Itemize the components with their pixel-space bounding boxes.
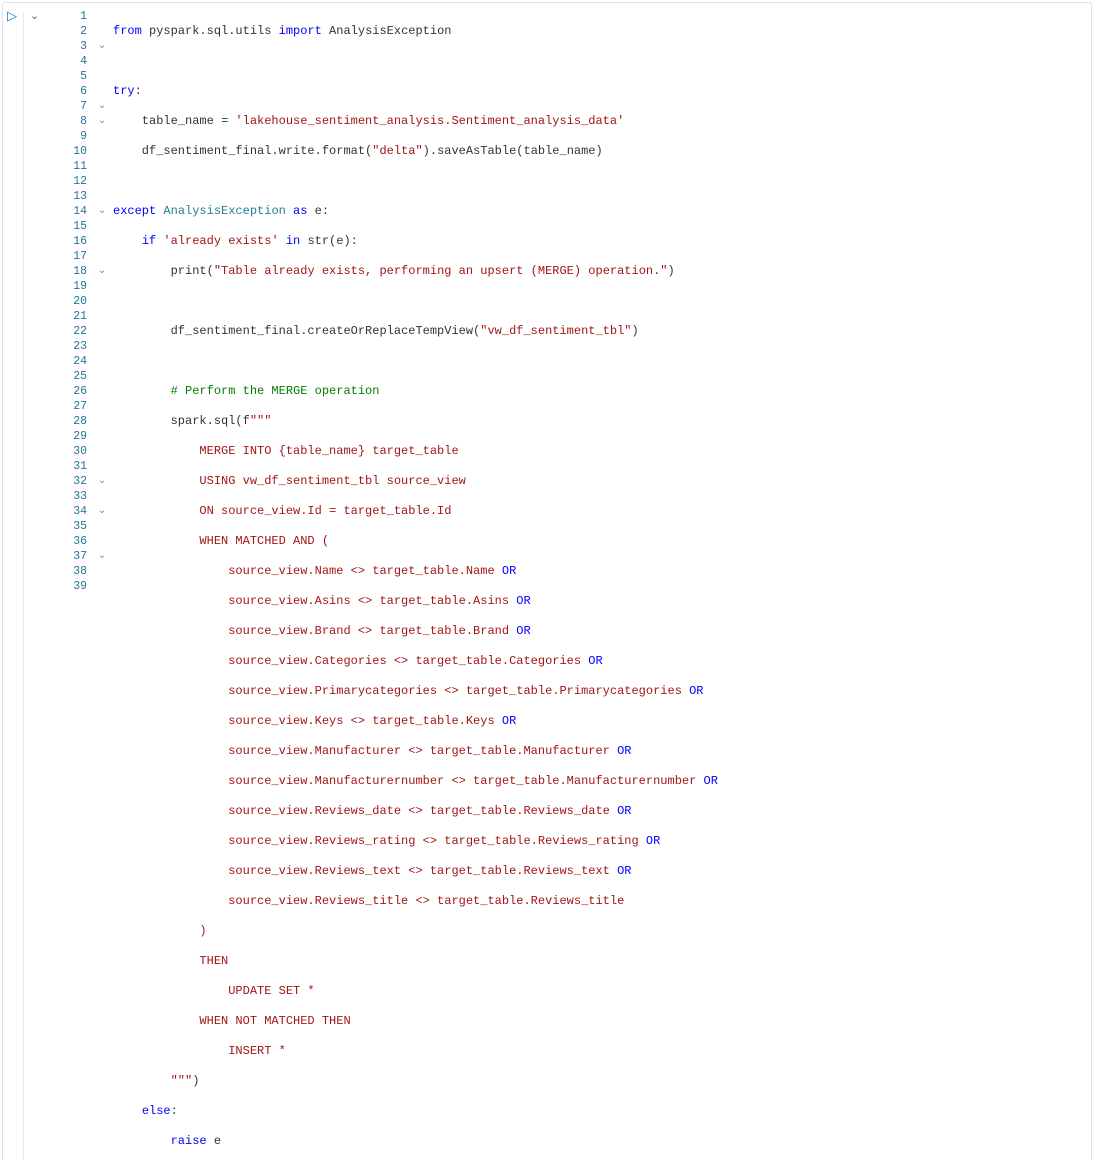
fold-marker bbox=[95, 144, 109, 159]
fold-marker bbox=[95, 369, 109, 384]
code-content[interactable]: from pyspark.sql.utils import AnalysisEx… bbox=[109, 3, 1091, 1160]
fold-marker bbox=[95, 444, 109, 459]
line-number: 30 bbox=[61, 444, 87, 459]
cell-menu-chevron[interactable]: ⌄ bbox=[30, 9, 39, 23]
fold-marker bbox=[95, 489, 109, 504]
line-number-gutter: 1234567891011121314151617181920212223242… bbox=[59, 3, 95, 1160]
fold-marker bbox=[95, 54, 109, 69]
keyword-raise: raise bbox=[171, 1134, 207, 1148]
fold-marker bbox=[95, 234, 109, 249]
fold-marker bbox=[95, 429, 109, 444]
fold-marker[interactable]: ⌄ bbox=[95, 474, 109, 489]
fold-marker bbox=[95, 69, 109, 84]
fold-marker[interactable]: ⌄ bbox=[95, 99, 109, 114]
line-number: 21 bbox=[61, 309, 87, 324]
fold-gutter: ⌄⌄⌄⌄⌄⌄⌄⌄ bbox=[95, 3, 109, 1160]
line-number: 29 bbox=[61, 429, 87, 444]
line-number: 22 bbox=[61, 324, 87, 339]
line-number: 11 bbox=[61, 159, 87, 174]
line-number: 34 bbox=[61, 504, 87, 519]
line-number: 26 bbox=[61, 384, 87, 399]
line-number: 32 bbox=[61, 474, 87, 489]
line-number: 7 bbox=[61, 99, 87, 114]
fold-marker bbox=[95, 564, 109, 579]
fold-marker bbox=[95, 384, 109, 399]
line-number: 12 bbox=[61, 174, 87, 189]
keyword-except: except bbox=[113, 204, 156, 218]
fold-marker bbox=[95, 189, 109, 204]
fold-marker[interactable]: ⌄ bbox=[95, 114, 109, 129]
code-area: 1234567891011121314151617181920212223242… bbox=[59, 3, 1091, 1160]
fold-marker bbox=[95, 249, 109, 264]
line-number: 20 bbox=[61, 294, 87, 309]
gutter-divider bbox=[23, 13, 24, 1160]
line-number: 13 bbox=[61, 189, 87, 204]
line-number: 25 bbox=[61, 369, 87, 384]
line-number: 37 bbox=[61, 549, 87, 564]
fold-marker[interactable]: ⌄ bbox=[95, 549, 109, 564]
line-number: 14 bbox=[61, 204, 87, 219]
keyword-import: import bbox=[279, 24, 322, 38]
fold-marker bbox=[95, 279, 109, 294]
fold-marker bbox=[95, 324, 109, 339]
line-number: 31 bbox=[61, 459, 87, 474]
fold-marker bbox=[95, 84, 109, 99]
line-number: 35 bbox=[61, 519, 87, 534]
fold-marker[interactable]: ⌄ bbox=[95, 504, 109, 519]
fold-marker[interactable]: ⌄ bbox=[95, 39, 109, 54]
fold-marker bbox=[95, 534, 109, 549]
fold-marker[interactable]: ⌄ bbox=[95, 204, 109, 219]
fold-marker bbox=[95, 414, 109, 429]
fold-marker bbox=[95, 294, 109, 309]
cell-gutter: ▷ ⌄ bbox=[3, 3, 59, 1160]
fold-marker bbox=[95, 339, 109, 354]
fold-marker bbox=[95, 129, 109, 144]
line-number: 33 bbox=[61, 489, 87, 504]
fold-marker[interactable]: ⌄ bbox=[95, 264, 109, 279]
line-number: 19 bbox=[61, 279, 87, 294]
run-cell-button[interactable]: ▷ bbox=[7, 9, 17, 24]
line-number: 10 bbox=[61, 144, 87, 159]
fold-marker bbox=[95, 219, 109, 234]
line-number: 5 bbox=[61, 69, 87, 84]
line-number: 15 bbox=[61, 219, 87, 234]
line-number: 8 bbox=[61, 114, 87, 129]
line-number: 17 bbox=[61, 249, 87, 264]
line-number: 23 bbox=[61, 339, 87, 354]
fold-marker bbox=[95, 519, 109, 534]
fold-marker bbox=[95, 309, 109, 324]
code-cell: ▷ ⌄ 123456789101112131415161718192021222… bbox=[2, 2, 1092, 1160]
fold-marker bbox=[95, 459, 109, 474]
line-number: 6 bbox=[61, 84, 87, 99]
fold-marker bbox=[95, 9, 109, 24]
fold-marker bbox=[95, 579, 109, 594]
keyword-else: else bbox=[142, 1104, 171, 1118]
line-number: 9 bbox=[61, 129, 87, 144]
line-number: 24 bbox=[61, 354, 87, 369]
line-number: 39 bbox=[61, 579, 87, 594]
fold-marker bbox=[95, 24, 109, 39]
fold-marker bbox=[95, 159, 109, 174]
keyword-try: try bbox=[113, 84, 135, 98]
line-number: 4 bbox=[61, 54, 87, 69]
line-number: 3 bbox=[61, 39, 87, 54]
line-number: 27 bbox=[61, 399, 87, 414]
line-number: 36 bbox=[61, 534, 87, 549]
line-number: 38 bbox=[61, 564, 87, 579]
line-number: 28 bbox=[61, 414, 87, 429]
comment-merge: # Perform the MERGE operation bbox=[113, 384, 379, 398]
fold-marker bbox=[95, 399, 109, 414]
line-number: 16 bbox=[61, 234, 87, 249]
fold-marker bbox=[95, 354, 109, 369]
line-number: 1 bbox=[61, 9, 87, 24]
line-number: 2 bbox=[61, 24, 87, 39]
line-number: 18 bbox=[61, 264, 87, 279]
fold-marker bbox=[95, 174, 109, 189]
keyword-from: from bbox=[113, 24, 142, 38]
